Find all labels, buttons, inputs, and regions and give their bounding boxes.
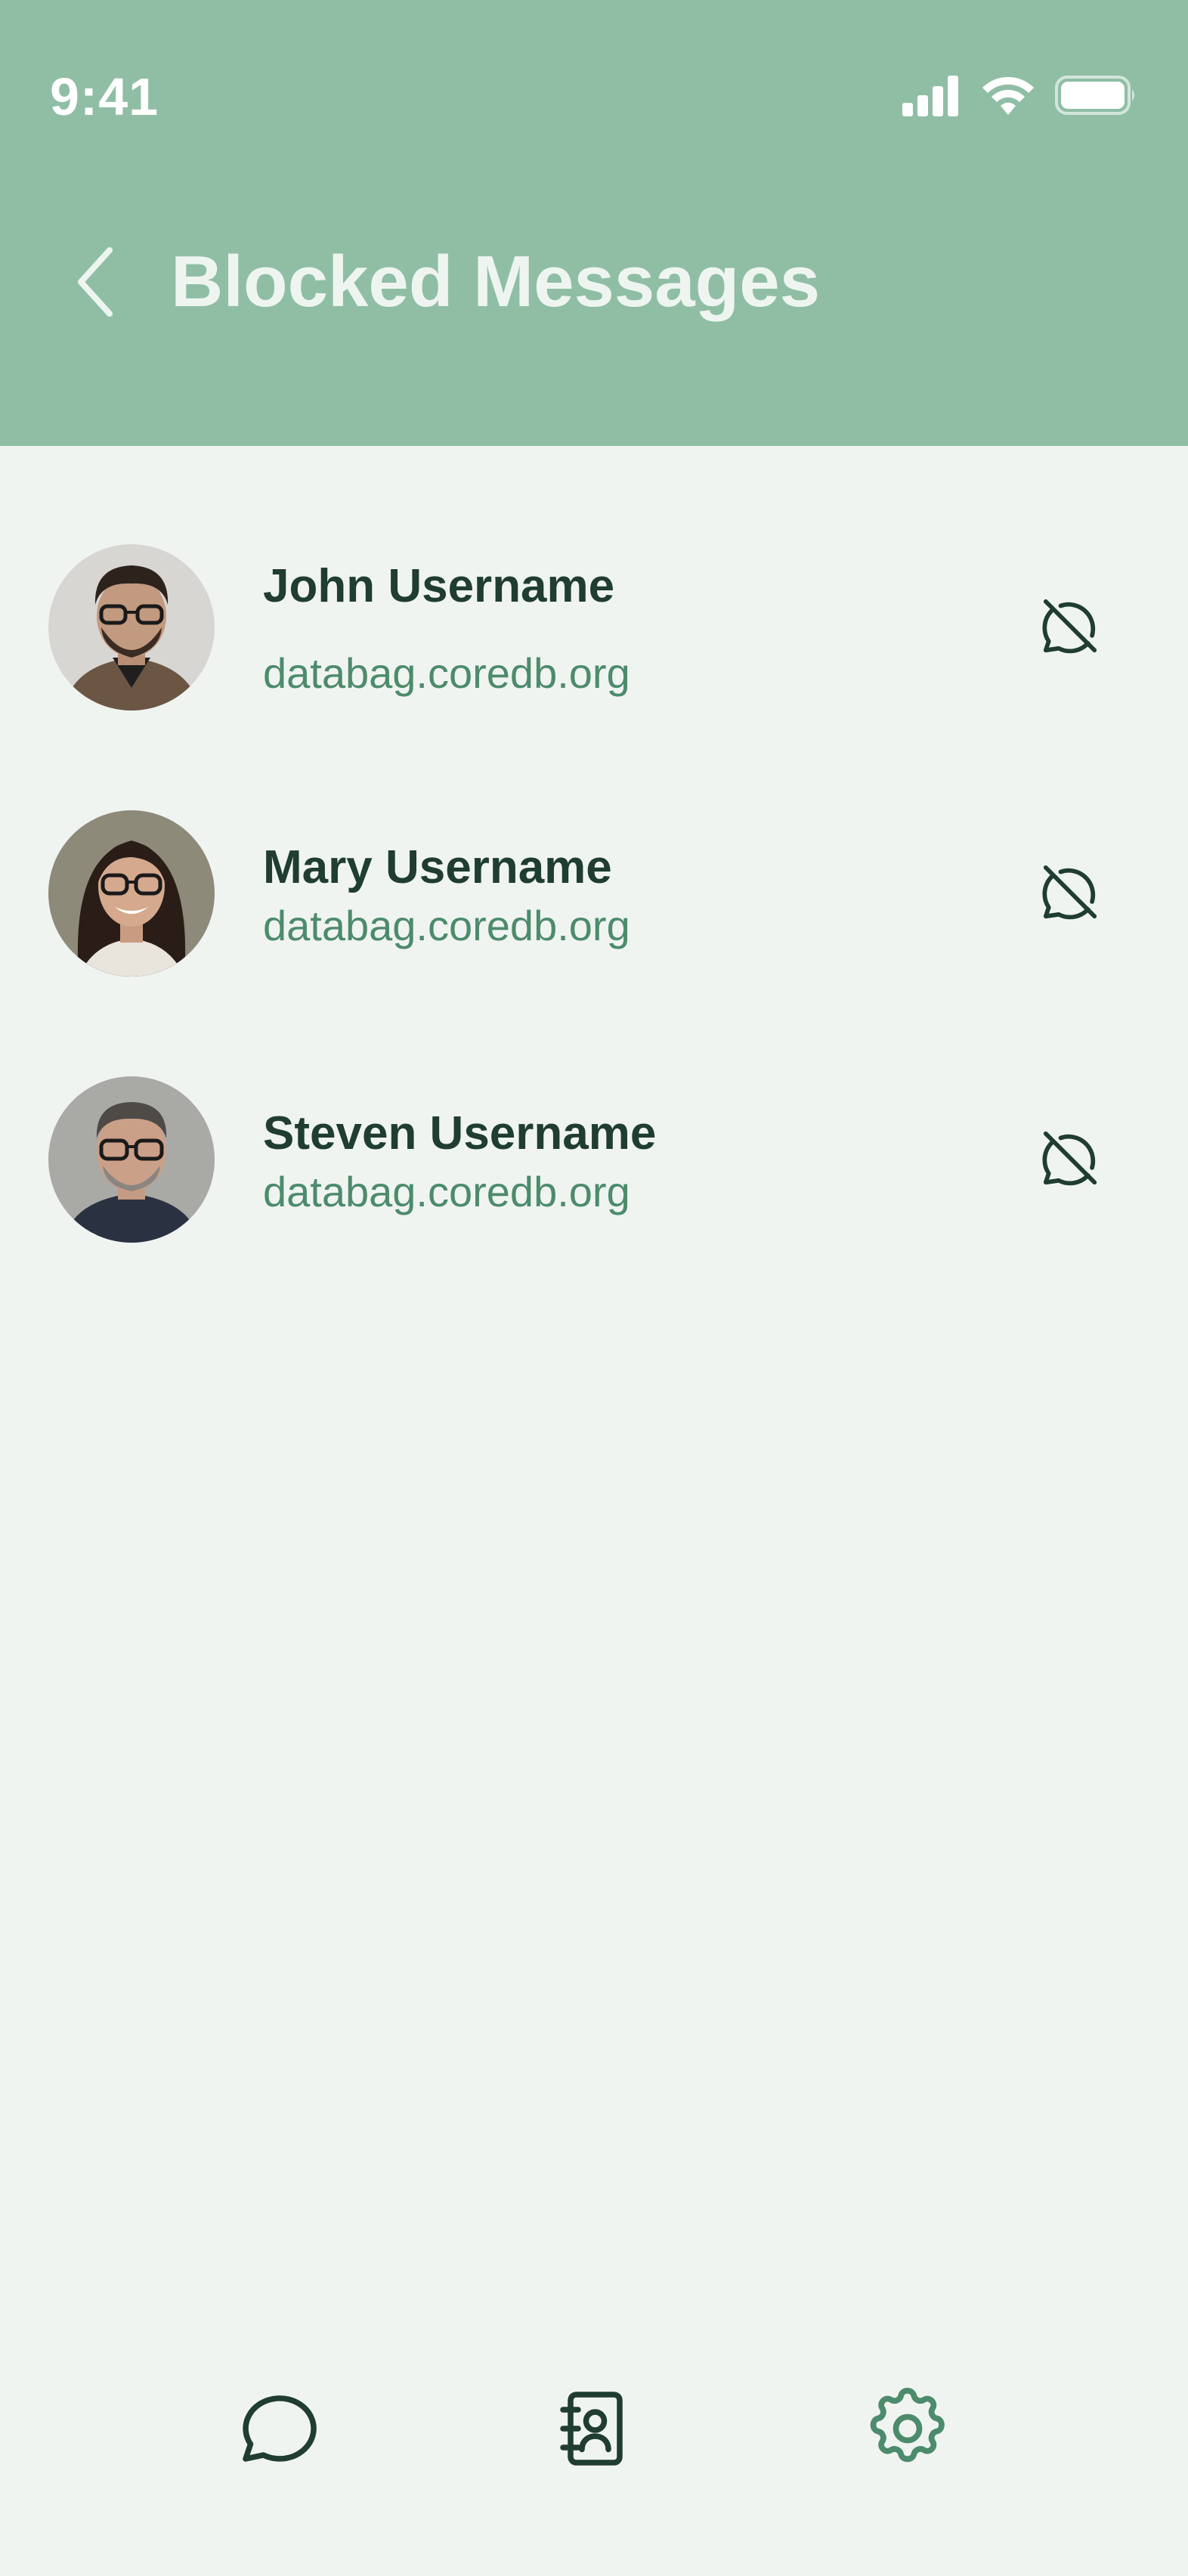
chat-bubble-icon [234, 2383, 325, 2478]
list-item: Mary Username databag.coredb.org [0, 795, 1188, 977]
nav-contacts[interactable] [544, 2381, 642, 2479]
signal-icon [901, 74, 961, 120]
list-item: Steven Username databag.coredb.org [0, 1061, 1188, 1243]
avatar [48, 810, 215, 977]
nav-chats[interactable] [230, 2381, 329, 2479]
page-title: Blocked Messages [171, 241, 821, 322]
contact-name: John Username [263, 560, 615, 612]
wifi-icon [981, 74, 1035, 120]
bottom-nav [0, 2381, 1188, 2479]
battery-icon [1055, 74, 1138, 120]
message-off-icon [1038, 859, 1103, 928]
message-off-icon [1038, 593, 1103, 662]
unblock-message-button[interactable] [1031, 854, 1109, 933]
nav-settings[interactable] [859, 2381, 957, 2479]
contact-domain: databag.coredb.org [263, 902, 630, 949]
status-time: 9:41 [50, 67, 159, 126]
unblock-message-button[interactable] [1031, 588, 1109, 667]
chevron-left-icon [72, 244, 117, 324]
contacts-book-icon [548, 2383, 639, 2478]
unblock-message-button[interactable] [1031, 1120, 1109, 1199]
header-bar: 9:41 Blocked Messages [0, 0, 1188, 446]
contact-domain: databag.coredb.org [263, 649, 630, 697]
gear-icon [861, 2382, 954, 2479]
contact-domain: databag.coredb.org [263, 1168, 630, 1215]
message-off-icon [1038, 1125, 1103, 1194]
avatar [48, 544, 215, 711]
back-button[interactable] [60, 242, 128, 325]
status-icons [901, 74, 1138, 120]
avatar [48, 1076, 215, 1243]
contact-name: Mary Username [263, 841, 612, 893]
list-item: John Username databag.coredb.org [0, 529, 1188, 711]
contact-name: Steven Username [263, 1107, 657, 1160]
